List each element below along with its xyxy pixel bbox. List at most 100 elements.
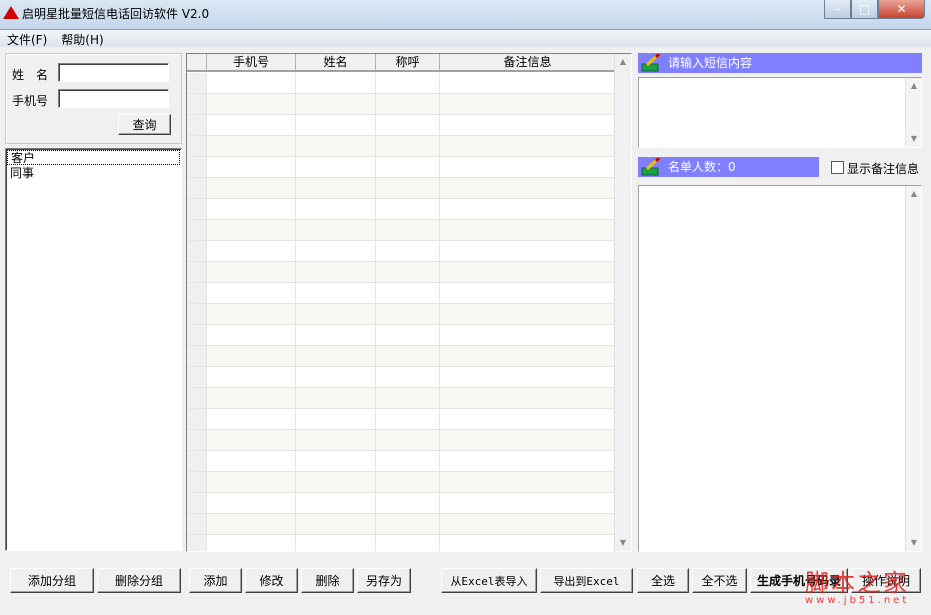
maximize-button[interactable]: □ <box>851 0 878 19</box>
help-button[interactable]: 操作说明 <box>851 568 921 593</box>
import-excel-button[interactable]: 从Excel表导入 <box>441 568 537 593</box>
table-row[interactable] <box>187 514 616 535</box>
select-none-button[interactable]: 全不选 <box>692 568 747 593</box>
table-cell[interactable] <box>296 241 376 261</box>
table-row[interactable] <box>187 220 616 241</box>
table-cell[interactable] <box>207 94 296 114</box>
scroll-up-icon[interactable]: ▲ <box>906 78 922 94</box>
table-cell[interactable] <box>207 430 296 450</box>
delete-button[interactable]: 删除 <box>301 568 354 593</box>
table-cell[interactable] <box>296 304 376 324</box>
table-cell[interactable] <box>296 472 376 492</box>
phone-input[interactable] <box>58 89 169 108</box>
table-cell[interactable] <box>440 220 616 240</box>
table-cell[interactable] <box>187 346 207 366</box>
table-row[interactable] <box>187 430 616 451</box>
table-cell[interactable] <box>296 514 376 534</box>
table-cell[interactable] <box>296 493 376 513</box>
table-cell[interactable] <box>207 136 296 156</box>
delete-group-button[interactable]: 删除分组 <box>97 568 181 593</box>
table-cell[interactable] <box>440 94 616 114</box>
table-cell[interactable] <box>440 325 616 345</box>
save-as-button[interactable]: 另存为 <box>357 568 411 593</box>
table-cell[interactable] <box>440 262 616 282</box>
table-cell[interactable] <box>440 535 616 551</box>
table-cell[interactable] <box>207 304 296 324</box>
table-cell[interactable] <box>376 241 440 261</box>
group-item-colleague[interactable]: 同事 <box>7 166 180 181</box>
table-cell[interactable] <box>207 367 296 387</box>
table-row[interactable] <box>187 73 616 94</box>
table-cell[interactable] <box>207 283 296 303</box>
table-cell[interactable] <box>296 115 376 135</box>
table-cell[interactable] <box>187 94 207 114</box>
scroll-down-icon[interactable]: ▼ <box>906 535 922 551</box>
table-row[interactable] <box>187 262 616 283</box>
table-cell[interactable] <box>440 367 616 387</box>
table-cell[interactable] <box>187 283 207 303</box>
name-input[interactable] <box>58 63 169 82</box>
add-button[interactable]: 添加 <box>189 568 242 593</box>
table-row[interactable] <box>187 325 616 346</box>
table-cell[interactable] <box>187 157 207 177</box>
group-item-customer[interactable]: 客户 <box>7 150 180 165</box>
table-cell[interactable] <box>296 73 376 93</box>
sms-content-input[interactable]: ▲ ▼ <box>638 77 922 148</box>
table-cell[interactable] <box>376 346 440 366</box>
table-cell[interactable] <box>207 346 296 366</box>
column-phone[interactable]: 手机号 <box>207 54 296 70</box>
edit-button[interactable]: 修改 <box>245 568 298 593</box>
table-row[interactable] <box>187 283 616 304</box>
table-cell[interactable] <box>376 115 440 135</box>
table-row[interactable] <box>187 94 616 115</box>
sms-scrollbar[interactable]: ▲ ▼ <box>905 78 921 147</box>
table-cell[interactable] <box>207 535 296 551</box>
table-cell[interactable] <box>440 178 616 198</box>
table-row[interactable] <box>187 241 616 262</box>
table-row[interactable] <box>187 388 616 409</box>
table-cell[interactable] <box>187 535 207 551</box>
table-cell[interactable] <box>187 493 207 513</box>
close-button[interactable]: ✕ <box>878 0 925 19</box>
table-row[interactable] <box>187 199 616 220</box>
generate-button[interactable]: 生成手机号码录 <box>750 568 848 593</box>
table-cell[interactable] <box>207 199 296 219</box>
table-cell[interactable] <box>296 367 376 387</box>
table-row[interactable] <box>187 157 616 178</box>
table-cell[interactable] <box>187 409 207 429</box>
table-cell[interactable] <box>187 178 207 198</box>
table-cell[interactable] <box>440 409 616 429</box>
table-cell[interactable] <box>440 493 616 513</box>
table-row[interactable] <box>187 367 616 388</box>
table-cell[interactable] <box>296 325 376 345</box>
table-cell[interactable] <box>376 157 440 177</box>
table-cell[interactable] <box>207 178 296 198</box>
table-cell[interactable] <box>376 220 440 240</box>
table-cell[interactable] <box>376 388 440 408</box>
table-cell[interactable] <box>207 241 296 261</box>
table-row[interactable] <box>187 346 616 367</box>
table-cell[interactable] <box>296 157 376 177</box>
table-cell[interactable] <box>296 220 376 240</box>
table-cell[interactable] <box>440 388 616 408</box>
table-cell[interactable] <box>376 94 440 114</box>
table-cell[interactable] <box>187 199 207 219</box>
table-cell[interactable] <box>296 346 376 366</box>
table-cell[interactable] <box>187 73 207 93</box>
table-cell[interactable] <box>440 115 616 135</box>
table-cell[interactable] <box>187 325 207 345</box>
table-cell[interactable] <box>376 136 440 156</box>
table-cell[interactable] <box>207 220 296 240</box>
table-cell[interactable] <box>296 262 376 282</box>
table-cell[interactable] <box>376 283 440 303</box>
table-cell[interactable] <box>187 241 207 261</box>
table-cell[interactable] <box>296 535 376 551</box>
table-cell[interactable] <box>187 115 207 135</box>
table-cell[interactable] <box>376 73 440 93</box>
table-cell[interactable] <box>440 472 616 492</box>
table-cell[interactable] <box>187 220 207 240</box>
table-cell[interactable] <box>440 136 616 156</box>
table-cell[interactable] <box>376 367 440 387</box>
table-cell[interactable] <box>296 199 376 219</box>
table-cell[interactable] <box>296 136 376 156</box>
